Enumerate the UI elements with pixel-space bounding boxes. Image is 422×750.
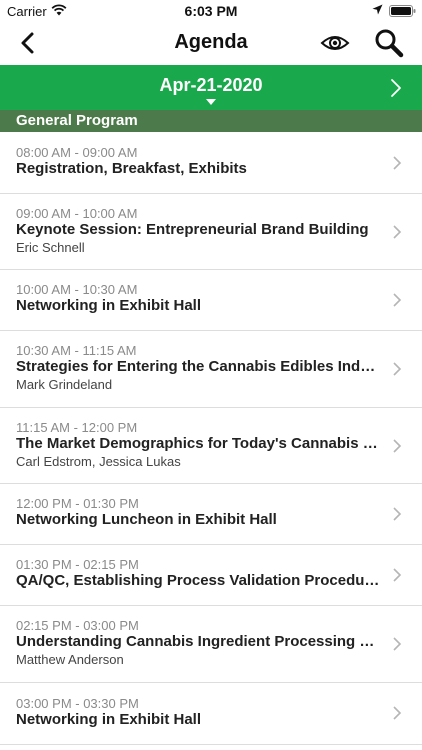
session-title: Networking Luncheon in Exhibit Hall	[16, 511, 277, 528]
chevron-right-icon	[393, 706, 402, 720]
location-arrow-icon	[372, 4, 383, 15]
chevron-right-icon	[393, 293, 402, 307]
battery-icon	[389, 5, 416, 17]
session-time: 10:00 AM - 10:30 AM	[16, 282, 138, 297]
search-icon	[375, 29, 404, 58]
chevron-right-icon	[393, 637, 402, 651]
session-title: QA/QC, Establishing Process Validation P…	[16, 572, 382, 589]
page-title: Agenda	[174, 31, 248, 53]
navigation-bar: Agenda	[0, 22, 422, 65]
session-row[interactable]: 11:15 AM - 12:00 PM The Market Demograph…	[0, 408, 422, 484]
search-button[interactable]	[373, 27, 405, 59]
session-speaker: Mark Grindeland	[16, 377, 113, 392]
next-date-button[interactable]	[386, 77, 406, 99]
chevron-right-icon	[393, 568, 402, 582]
session-row[interactable]: 02:15 PM - 03:00 PM Understanding Cannab…	[0, 606, 422, 683]
session-row[interactable]: 03:00 PM - 03:30 PM Networking in Exhibi…	[0, 683, 422, 745]
status-bar: Carrier 6:03 PM	[0, 0, 422, 22]
chevron-right-icon	[393, 362, 402, 376]
session-title: Keynote Session: Entrepreneurial Brand B…	[16, 221, 369, 238]
session-title: Registration, Breakfast, Exhibits	[16, 160, 247, 177]
session-time: 09:00 AM - 10:00 AM	[16, 206, 138, 221]
session-title: Understanding Cannabis Ingredient Proces…	[16, 633, 382, 650]
session-title: The Market Demographics for Today's Cann…	[16, 435, 382, 452]
eye-icon	[320, 36, 350, 50]
session-row[interactable]: 01:30 PM - 02:15 PM QA/QC, Establishing …	[0, 545, 422, 606]
session-time: 02:15 PM - 03:00 PM	[16, 618, 139, 633]
chevron-right-icon	[393, 225, 402, 239]
session-title: Strategies for Entering the Cannabis Edi…	[16, 358, 382, 375]
chevron-right-icon	[393, 507, 402, 521]
caret-down-icon	[206, 99, 216, 105]
session-time: 01:30 PM - 02:15 PM	[16, 557, 139, 572]
session-row[interactable]: 10:30 AM - 11:15 AM Strategies for Enter…	[0, 331, 422, 408]
chevron-right-icon	[393, 439, 402, 453]
current-date[interactable]: Apr-21-2020	[0, 75, 422, 96]
chevron-right-icon	[393, 156, 402, 170]
session-row[interactable]: 10:00 AM - 10:30 AM Networking in Exhibi…	[0, 270, 422, 331]
session-row[interactable]: 08:00 AM - 09:00 AM Registration, Breakf…	[0, 132, 422, 194]
session-speaker: Carl Edstrom, Jessica Lukas	[16, 454, 181, 469]
session-time: 11:15 AM - 12:00 PM	[16, 420, 138, 435]
session-time: 10:30 AM - 11:15 AM	[16, 343, 137, 358]
visibility-button[interactable]	[318, 29, 352, 57]
session-title: Networking in Exhibit Hall	[16, 297, 202, 314]
section-title: General Program	[16, 112, 138, 129]
session-row[interactable]: 09:00 AM - 10:00 AM Keynote Session: Ent…	[0, 194, 422, 270]
section-header: General Program	[0, 110, 422, 132]
status-time: 6:03 PM	[184, 3, 238, 19]
session-row[interactable]: 12:00 PM - 01:30 PM Networking Luncheon …	[0, 484, 422, 545]
session-time: 03:00 PM - 03:30 PM	[16, 696, 139, 711]
session-speaker: Eric Schnell	[16, 240, 85, 255]
date-selector[interactable]: Apr-21-2020	[0, 65, 422, 110]
session-time: 12:00 PM - 01:30 PM	[16, 496, 139, 511]
chevron-right-icon	[391, 79, 401, 97]
session-speaker: Matthew Anderson	[16, 652, 124, 667]
session-time: 08:00 AM - 09:00 AM	[16, 145, 138, 160]
session-title: Networking in Exhibit Hall	[16, 711, 202, 728]
